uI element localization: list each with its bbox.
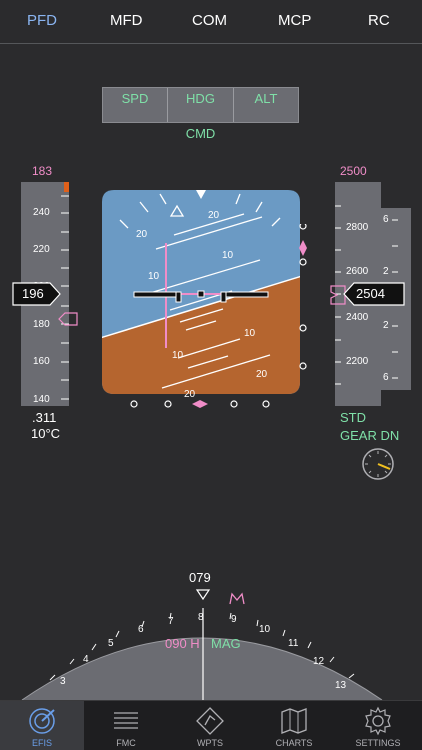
tab-wpts-label: WPTS bbox=[197, 738, 223, 748]
gear-icon bbox=[365, 706, 391, 736]
altitude-tick-label: 2800 bbox=[346, 222, 369, 233]
compass-label: 9 bbox=[231, 614, 237, 625]
speed-tick-label: 240 bbox=[33, 207, 50, 218]
compass-label: 5 bbox=[108, 638, 114, 649]
compass-label: 4 bbox=[83, 654, 89, 665]
speed-tick-label: 140 bbox=[33, 394, 50, 405]
tab-wpts[interactable]: WPTS bbox=[168, 701, 252, 750]
tab-efis-label: EFIS bbox=[31, 738, 52, 748]
tab-fmc[interactable]: FMC bbox=[84, 701, 168, 750]
vertical-speed-label: 2 bbox=[383, 320, 389, 331]
tab-settings-label: SETTINGS bbox=[355, 738, 401, 748]
clock-icon[interactable] bbox=[361, 447, 395, 481]
altitude-tick-label: 2200 bbox=[346, 356, 369, 367]
radar-icon bbox=[29, 708, 55, 734]
tab-mcp[interactable]: MCP bbox=[278, 12, 311, 29]
heading-index-icon bbox=[195, 589, 211, 601]
speed-bug-icon bbox=[58, 312, 78, 326]
deviation-scales bbox=[130, 224, 307, 408]
compass-label: 6 bbox=[138, 624, 144, 635]
vertical-speed-label: 6 bbox=[383, 372, 389, 383]
autopilot-status: CMD bbox=[185, 126, 216, 141]
tab-charts-label: CHARTS bbox=[275, 738, 313, 748]
baro-setting[interactable]: STD bbox=[340, 410, 366, 425]
pfd-screen: PFD MFD COM MCP RC SPD HDG ALT CMD 183 2… bbox=[0, 0, 422, 750]
list-icon bbox=[114, 712, 138, 729]
flight-mode-annunciator: SPD HDG ALT bbox=[102, 87, 299, 123]
speed-tick-label: 160 bbox=[33, 356, 50, 367]
tab-mfd[interactable]: MFD bbox=[110, 12, 143, 29]
compass-label: 8 bbox=[198, 612, 204, 623]
fma-altitude-mode: ALT bbox=[254, 91, 278, 106]
compass-label: 11 bbox=[288, 638, 299, 649]
tab-rc[interactable]: RC bbox=[368, 12, 390, 29]
altitude-tick-label: 2400 bbox=[346, 312, 369, 323]
heading-readout: 079 bbox=[189, 570, 211, 585]
speed-tick-label: 180 bbox=[33, 319, 50, 330]
fma-heading-mode: HDG bbox=[168, 88, 234, 122]
heading-bug-icon bbox=[229, 592, 245, 605]
altitude-tick-label: 2600 bbox=[346, 266, 369, 277]
tab-fmc-label: FMC bbox=[116, 738, 136, 748]
vertical-speed-label: 2 bbox=[383, 266, 389, 277]
tab-charts[interactable]: CHARTS bbox=[252, 701, 336, 750]
pitch-label: 20 bbox=[208, 210, 220, 221]
glideslope-pointer-icon bbox=[299, 240, 307, 256]
current-altitude-readout: 2504 bbox=[356, 286, 385, 301]
compass-label: 3 bbox=[60, 676, 66, 687]
gear-status: GEAR DN bbox=[340, 428, 400, 443]
tab-com[interactable]: COM bbox=[192, 12, 227, 29]
selected-speed: 183 bbox=[32, 164, 53, 178]
compass-label: 10 bbox=[259, 624, 271, 635]
selected-heading: 090 H bbox=[165, 636, 200, 651]
tab-settings[interactable]: SETTINGS bbox=[336, 701, 420, 750]
localizer-pointer-icon bbox=[192, 400, 208, 408]
selected-altitude: 2500 bbox=[340, 164, 367, 178]
tab-pfd[interactable]: PFD bbox=[27, 12, 57, 29]
waypoint-icon bbox=[196, 707, 224, 735]
current-speed-readout: 196 bbox=[22, 286, 44, 301]
mach-readout: .311 bbox=[32, 410, 57, 425]
top-navigation: PFD MFD COM MCP RC bbox=[0, 0, 422, 44]
vertical-speed-label: 6 bbox=[383, 214, 389, 225]
temperature-readout: 10°C bbox=[31, 426, 61, 441]
speed-tick-label: 220 bbox=[33, 244, 50, 255]
fma-speed-mode: SPD bbox=[103, 88, 168, 122]
heading-mode: MAG bbox=[211, 636, 241, 651]
tab-efis[interactable]: EFIS bbox=[0, 701, 84, 750]
compass-label: 12 bbox=[313, 656, 325, 667]
compass-label: 7 bbox=[168, 616, 174, 627]
compass-label: 13 bbox=[335, 680, 347, 691]
bottom-tab-bar: EFIS FMC WPTS CHARTS SETTINGS bbox=[0, 700, 422, 750]
map-icon bbox=[281, 708, 307, 734]
